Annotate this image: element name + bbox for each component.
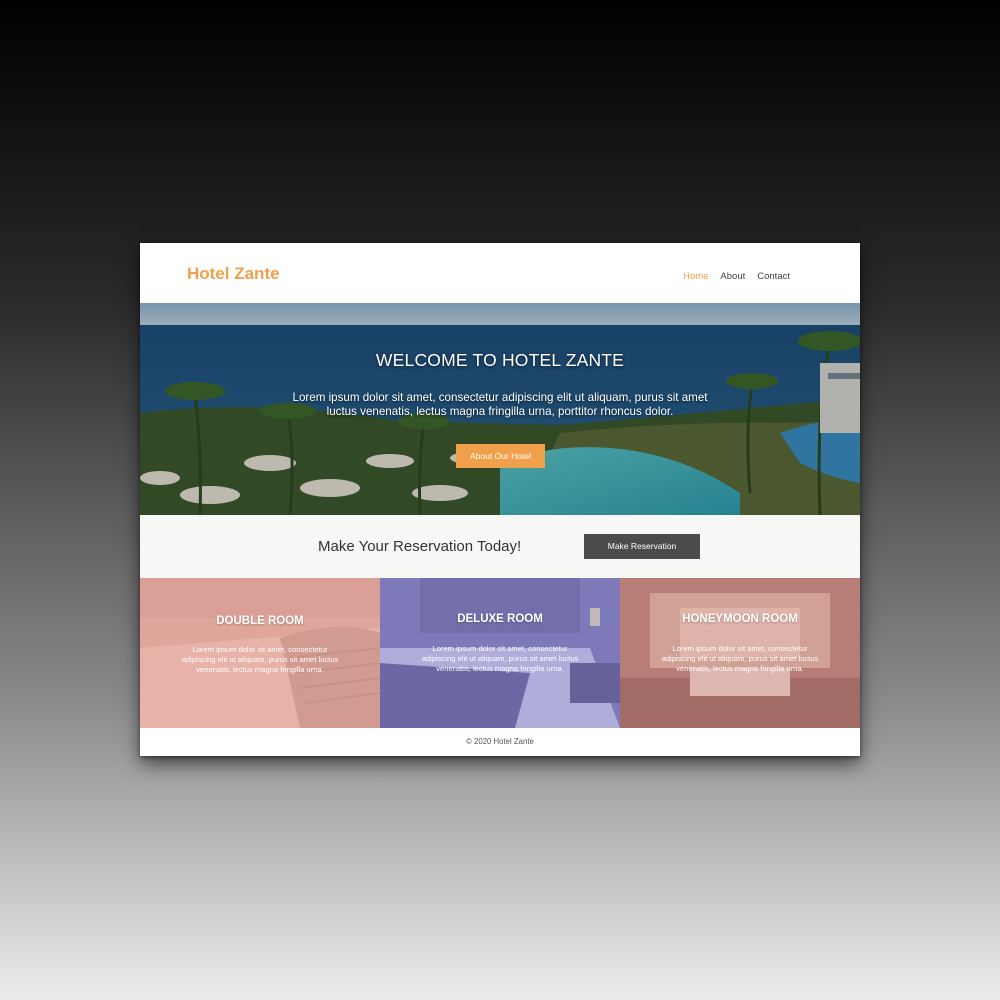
website-mockup: Hotel Zante Home About Contact WELCOME T…: [140, 243, 860, 756]
rooms-section: DOUBLE ROOM Lorem ipsum dolor sit amet, …: [140, 578, 860, 728]
reservation-prompt: Make Your Reservation Today!: [318, 538, 522, 555]
nav-about-link[interactable]: About: [720, 271, 745, 282]
site-logo[interactable]: Hotel Zante: [187, 264, 280, 284]
site-footer: © 2020 Hotel Zante: [140, 728, 860, 756]
nav-home-link[interactable]: Home: [683, 271, 708, 282]
room-description: Lorem ipsum dolor sit amet, consectetur …: [181, 645, 339, 674]
reservation-banner: Make Your Reservation Today! Make Reserv…: [140, 515, 860, 578]
nav-contact-link[interactable]: Contact: [757, 271, 790, 282]
nav-links: Home About Contact: [683, 271, 790, 282]
room-description: Lorem ipsum dolor sit amet, consectetur …: [421, 644, 579, 673]
about-hotel-button[interactable]: About Our Hotel: [456, 444, 545, 468]
room-description: Lorem ipsum dolor sit amet, consectetur …: [661, 644, 819, 673]
hero-description: Lorem ipsum dolor sit amet, consectetur …: [292, 391, 708, 418]
top-navigation: Hotel Zante Home About Contact: [140, 243, 860, 303]
make-reservation-button[interactable]: Make Reservation: [584, 534, 700, 559]
room-card-honeymoon[interactable]: HONEYMOON ROOM Lorem ipsum dolor sit ame…: [620, 578, 860, 728]
room-card-double[interactable]: DOUBLE ROOM Lorem ipsum dolor sit amet, …: [140, 578, 380, 728]
hero-title: WELCOME TO HOTEL ZANTE: [375, 350, 625, 370]
room-title: HONEYMOON ROOM: [682, 613, 798, 625]
hero-section: WELCOME TO HOTEL ZANTE Lorem ipsum dolor…: [140, 303, 860, 515]
room-title: DOUBLE ROOM: [216, 615, 304, 627]
room-title: DELUXE ROOM: [457, 613, 543, 625]
room-card-deluxe[interactable]: DELUXE ROOM Lorem ipsum dolor sit amet, …: [380, 578, 620, 728]
